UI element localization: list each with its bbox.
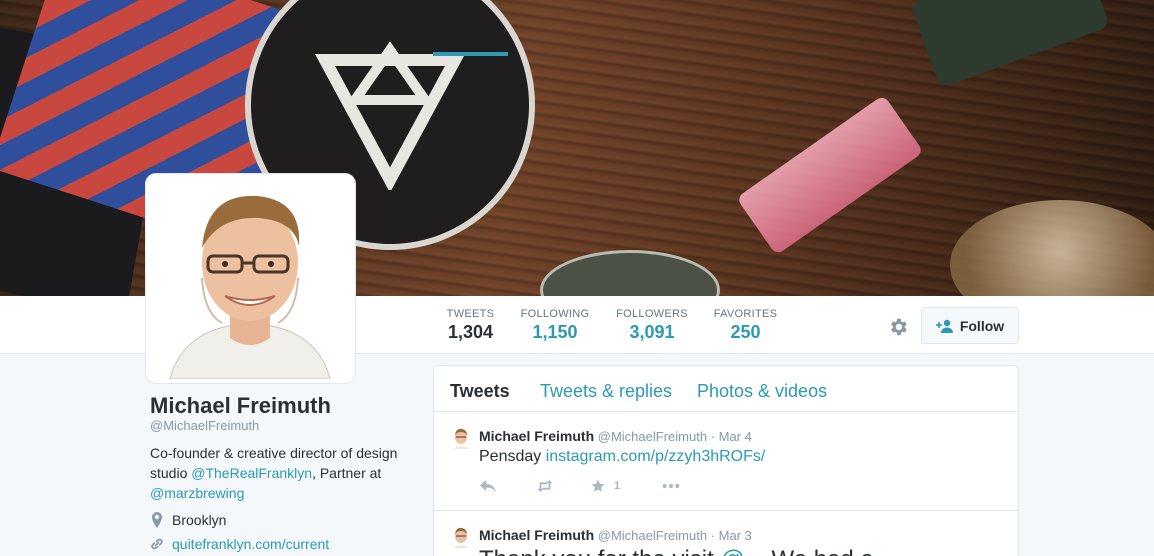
tweet-text: Thank you for the visit @... We had a ..…: [479, 546, 900, 556]
banner-coaster-logo: [315, 41, 465, 190]
tweet-text: Pensday instagram.com/p/zzyh3hROFs/: [479, 448, 765, 466]
favorite-button[interactable]: 1: [589, 479, 620, 493]
profile-url: quitefranklyn.com/current: [150, 536, 329, 552]
stat-following-value: 1,150: [532, 322, 578, 342]
timeline-tabs: Tweets Tweets & replies Photos & videos: [434, 366, 1018, 412]
tweet-link[interactable]: instagram.com/p/zzyh3hROFs/: [546, 448, 766, 465]
profile-url-link[interactable]: quitefranklyn.com/current: [172, 536, 329, 552]
tweet-avatar[interactable]: [451, 427, 471, 449]
stat-favorites-label: FAVORITES: [713, 308, 778, 320]
stat-tweets[interactable]: TWEETS 1,304: [433, 308, 508, 343]
retweet-icon: [537, 480, 553, 492]
map-pin-icon: [152, 512, 162, 528]
timeline: Tweets Tweets & replies Photos & videos …: [433, 365, 1019, 556]
more-button[interactable]: [662, 479, 680, 493]
follow-button[interactable]: Follow: [921, 307, 1019, 344]
stat-tweets-value: 1,304: [447, 322, 494, 342]
more-icon: [662, 484, 680, 488]
star-icon: [591, 479, 605, 492]
tweet-header: Michael Freimuth @MichaelFreimuth · Mar …: [479, 527, 752, 543]
tweet-actions: 1: [479, 479, 680, 493]
tweet-date[interactable]: · Mar 4: [711, 429, 752, 444]
profile-handle: @MichaelFreimuth: [150, 418, 260, 433]
stat-followers-value: 3,091: [629, 322, 675, 342]
tweet-text-body: Thank you for the visit: [479, 546, 720, 556]
add-user-icon: [935, 319, 953, 333]
tweet-author-handle[interactable]: @MichaelFreimuth: [598, 528, 707, 543]
stat-following-label: FOLLOWING: [520, 308, 590, 320]
stat-following[interactable]: FOLLOWING 1,150: [514, 308, 596, 343]
stat-favorites[interactable]: FAVORITES 250: [708, 308, 783, 343]
active-stat-indicator: [433, 52, 508, 56]
bio-text-mid: , Partner at: [312, 465, 382, 481]
link-icon: [151, 538, 163, 550]
stat-favorites-value: 250: [730, 322, 761, 342]
tweet-mention[interactable]: @...: [720, 546, 764, 556]
avatar-illustration: [150, 178, 351, 379]
tweet-avatar[interactable]: [451, 526, 471, 548]
reply-button[interactable]: [479, 479, 497, 493]
favorite-count: 1: [614, 480, 621, 492]
retweet-button[interactable]: [536, 479, 554, 493]
tweet-author-name[interactable]: Michael Freimuth: [479, 527, 594, 543]
tweet-author-name[interactable]: Michael Freimuth: [479, 428, 594, 444]
tweet-item[interactable]: Michael Freimuth @MichaelFreimuth · Mar …: [434, 413, 1018, 511]
reply-icon: [480, 480, 496, 493]
gear-icon[interactable]: [887, 316, 909, 338]
profile-avatar[interactable]: [146, 174, 355, 383]
tab-photos-and-videos[interactable]: Photos & videos: [697, 381, 827, 402]
tweet-text-body: Pensday: [479, 448, 546, 465]
profile-name[interactable]: Michael Freimuth: [150, 393, 331, 419]
tab-tweets[interactable]: Tweets: [450, 381, 510, 402]
stat-followers-label: FOLLOWERS: [616, 308, 688, 320]
tab-tweets-and-replies[interactable]: Tweets & replies: [540, 381, 672, 402]
stat-tweets-label: TWEETS: [446, 308, 495, 320]
bio-link-franklyn[interactable]: @TheRealFranklyn: [191, 465, 312, 481]
tweet-header: Michael Freimuth @MichaelFreimuth · Mar …: [479, 428, 752, 444]
tweet-item[interactable]: Michael Freimuth @MichaelFreimuth · Mar …: [434, 512, 1018, 556]
stat-followers[interactable]: FOLLOWERS 3,091: [612, 308, 692, 343]
profile-location: Brooklyn: [150, 512, 226, 528]
location-text: Brooklyn: [172, 512, 227, 528]
tweet-text-suffix: We had a ...: [765, 546, 900, 556]
tweet-author-handle[interactable]: @MichaelFreimuth: [598, 429, 707, 444]
follow-button-label: Follow: [959, 317, 1005, 334]
bio-link-marzbrewing[interactable]: @marzbrewing: [150, 485, 244, 501]
tweet-date[interactable]: · Mar 3: [711, 528, 752, 543]
profile-bio: Co-founder & creative director of design…: [150, 443, 400, 503]
